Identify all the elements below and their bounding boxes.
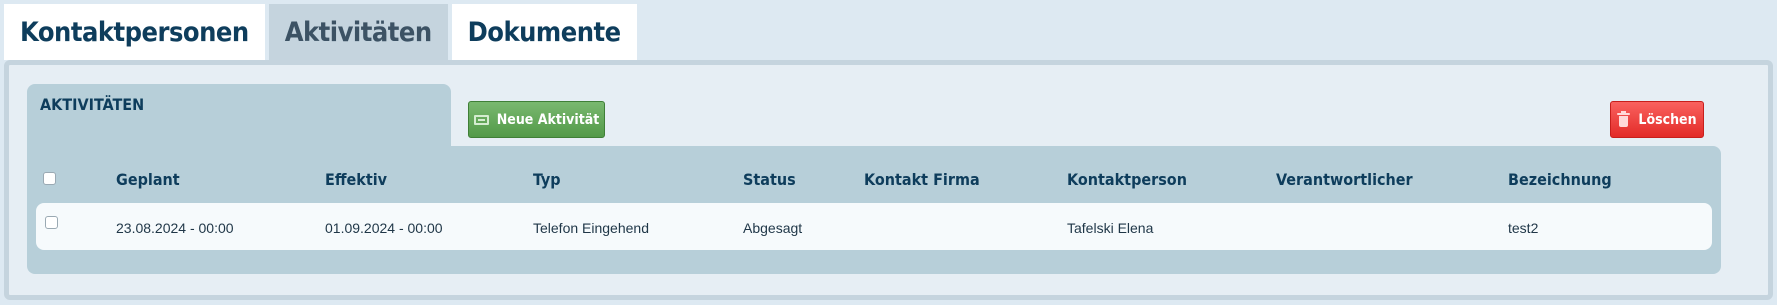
column-header-geplant[interactable]: Geplant	[116, 170, 180, 189]
tab-aktivitaeten[interactable]: Aktivitäten	[268, 4, 448, 60]
column-header-kontaktperson[interactable]: Kontaktperson	[1067, 170, 1187, 189]
screen-icon	[473, 114, 489, 125]
cell-geplant: 23.08.2024 - 00:00	[116, 220, 234, 236]
cell-kontaktperson: Tafelski Elena	[1067, 220, 1154, 236]
delete-label: Löschen	[1638, 111, 1697, 128]
section-header	[27, 84, 451, 148]
tab-kontaktpersonen[interactable]: Kontaktpersonen	[4, 4, 265, 60]
cell-status: Abgesagt	[743, 220, 803, 236]
cell-bezeichnung: test2	[1508, 220, 1539, 236]
new-activity-button[interactable]: Neue Aktivität	[468, 101, 605, 138]
cell-typ: Telefon Eingehend	[533, 220, 649, 236]
section-title: AKTIVITÄTEN	[40, 95, 145, 114]
column-header-kontakt-firma[interactable]: Kontakt Firma	[864, 170, 980, 189]
column-header-effektiv[interactable]: Effektiv	[325, 170, 387, 189]
column-header-status[interactable]: Status	[743, 170, 796, 189]
trash-icon	[1617, 111, 1631, 127]
new-activity-label: Neue Aktivität	[496, 111, 600, 128]
column-header-typ[interactable]: Typ	[533, 170, 561, 189]
table-row[interactable]	[36, 203, 1712, 250]
cell-effektiv: 01.09.2024 - 00:00	[325, 220, 443, 236]
row-checkbox[interactable]	[45, 216, 58, 229]
tab-dokumente[interactable]: Dokumente	[451, 4, 637, 60]
tab-bar: Kontaktpersonen Aktivitäten Dokumente	[4, 4, 641, 60]
column-header-verantwortlicher[interactable]: Verantwortlicher	[1276, 170, 1413, 189]
column-header-bezeichnung[interactable]: Bezeichnung	[1508, 170, 1612, 189]
select-all-checkbox[interactable]	[43, 172, 56, 185]
delete-button[interactable]: Löschen	[1610, 101, 1704, 138]
